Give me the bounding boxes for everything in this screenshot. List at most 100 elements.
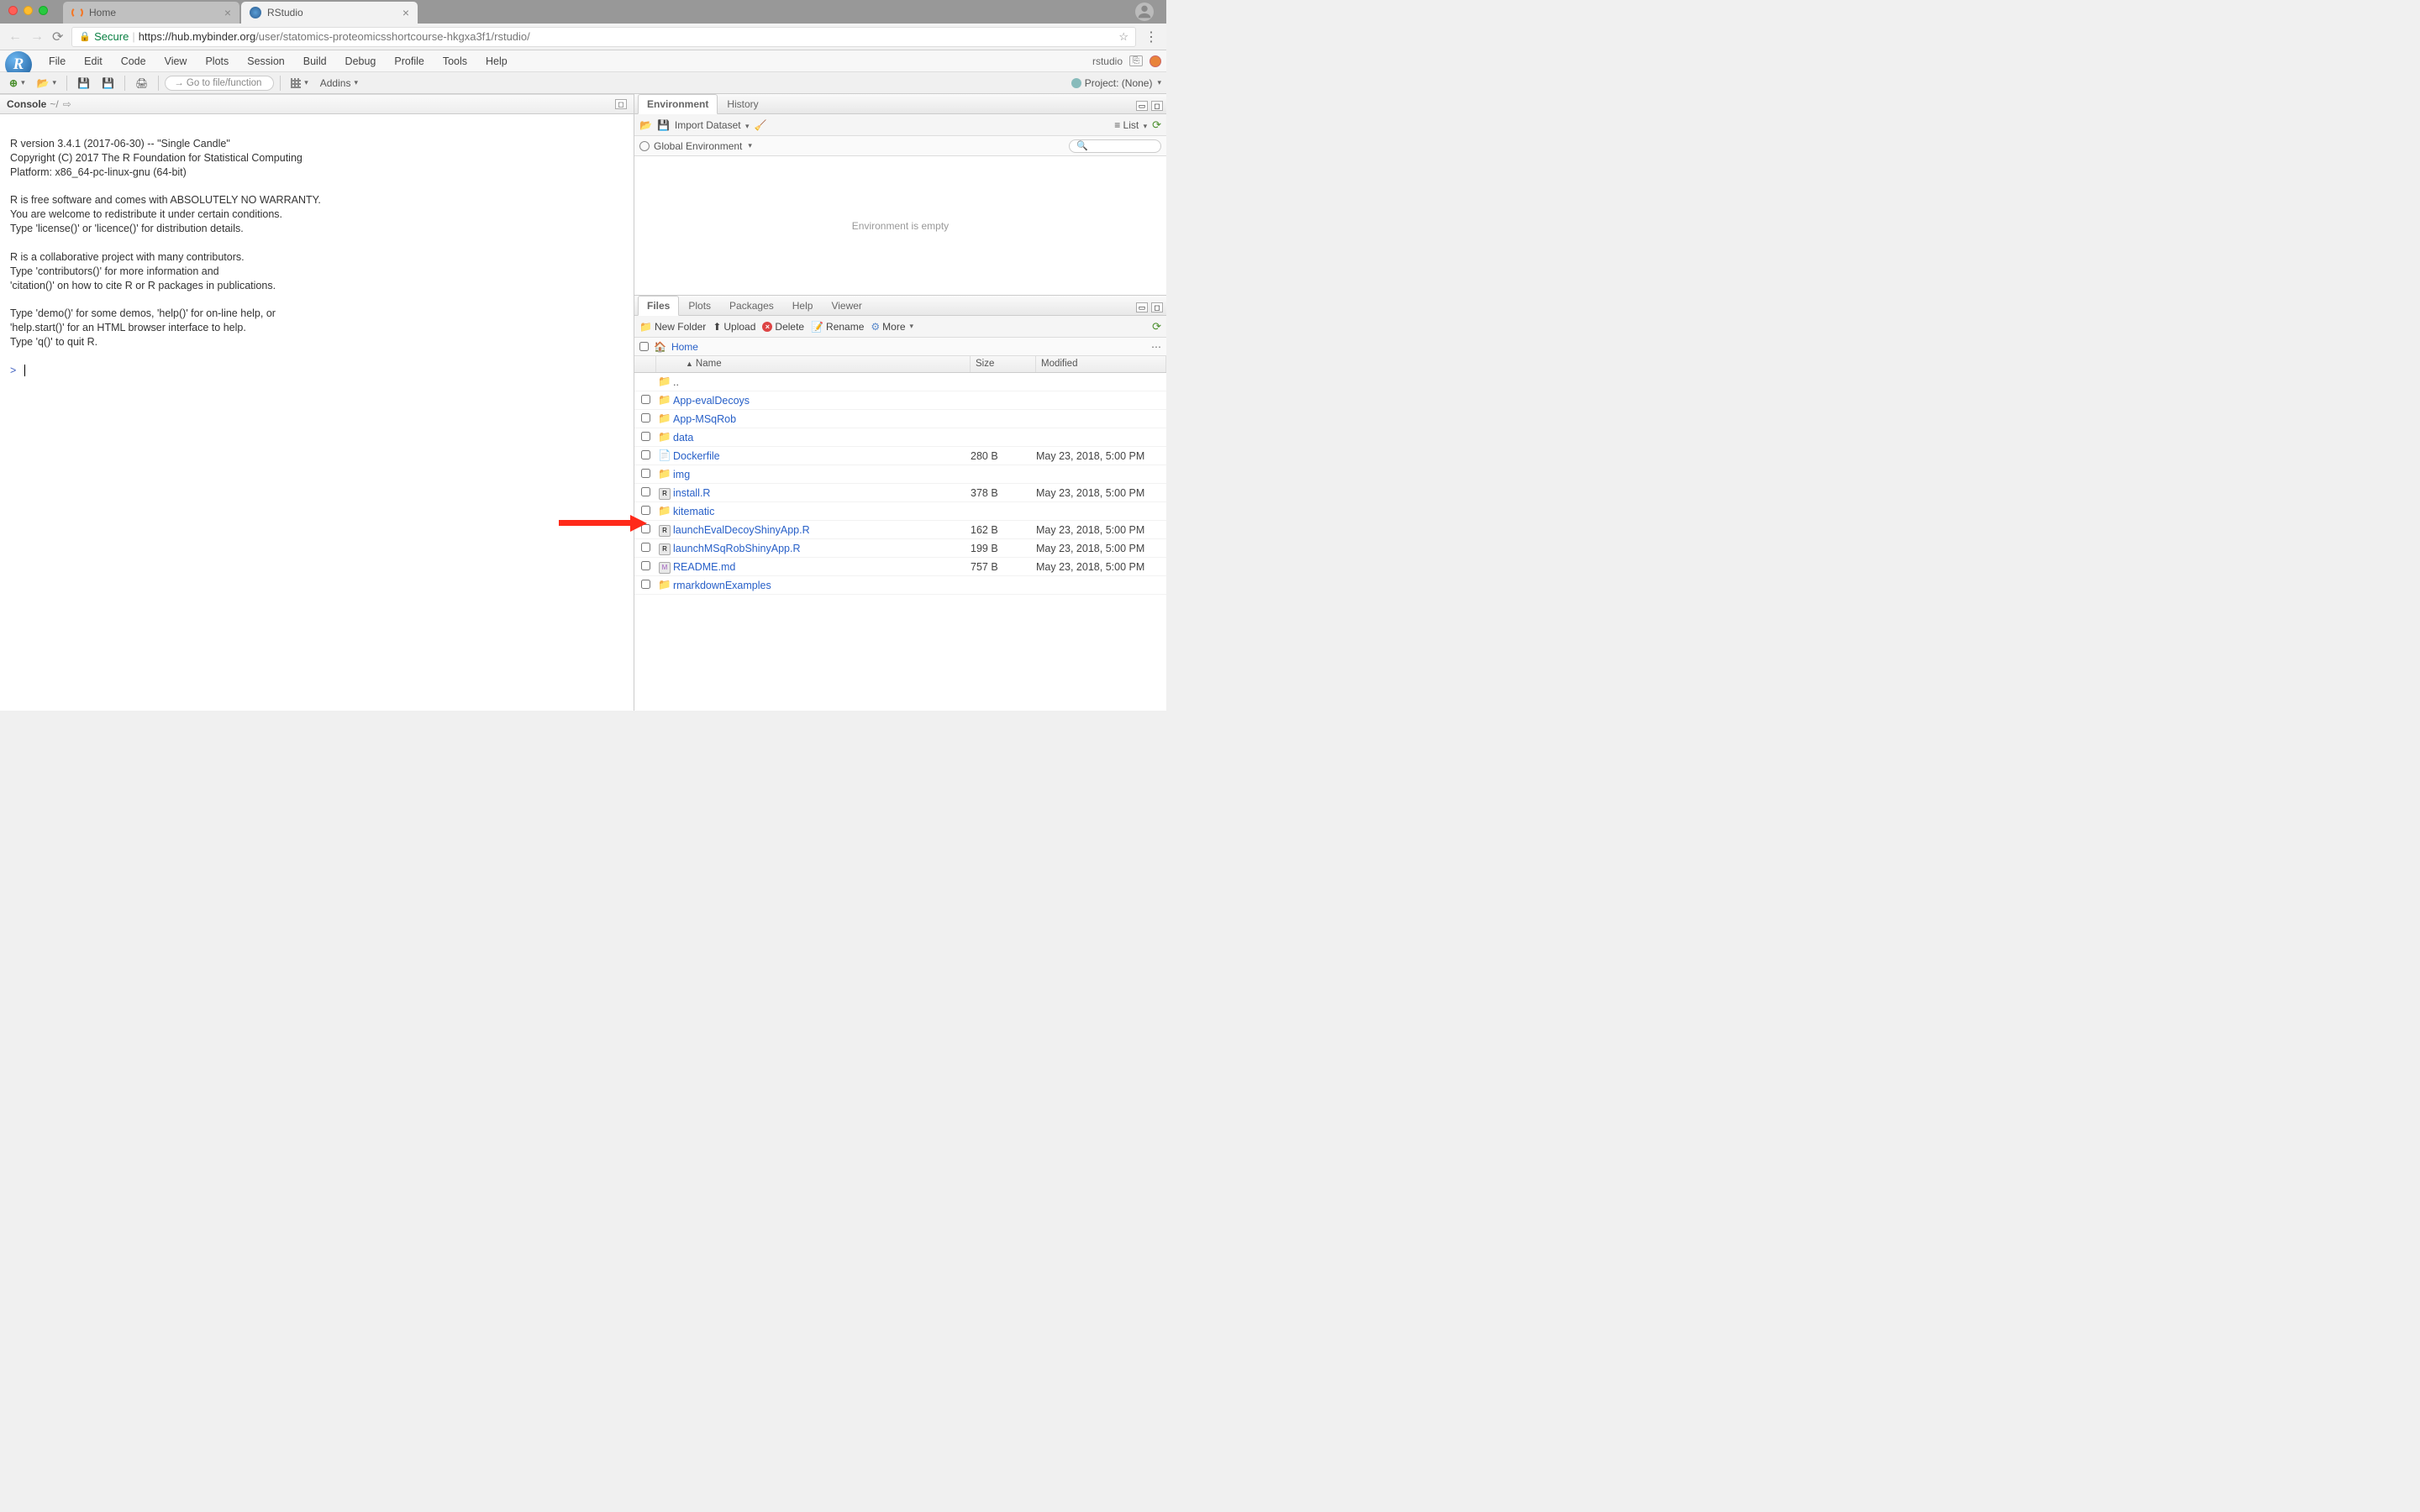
select-all-checkbox[interactable] (639, 342, 649, 351)
file-checkbox[interactable] (641, 450, 650, 459)
menu-tools[interactable]: Tools (434, 53, 476, 70)
file-name[interactable]: launchMSqRobShinyApp.R (673, 543, 971, 554)
user-avatar-icon[interactable] (1135, 3, 1154, 21)
file-checkbox[interactable] (641, 395, 650, 404)
browser-menu-icon[interactable]: ⋮ (1144, 29, 1158, 45)
maximize-pane-icon[interactable]: ◻ (615, 99, 627, 109)
popup-arrow-icon[interactable]: ⇨ (63, 98, 71, 110)
project-label[interactable]: Project: (None) (1085, 77, 1153, 89)
menu-edit[interactable]: Edit (76, 53, 111, 70)
close-icon[interactable]: × (224, 6, 231, 19)
col-name-header[interactable]: ▲Name (656, 356, 971, 372)
file-name[interactable]: .. (673, 376, 971, 388)
goto-file-input[interactable]: → Go to file/function (165, 76, 274, 91)
browser-tab-home[interactable]: Home × (63, 2, 239, 24)
home-icon[interactable]: 🏠 (654, 341, 666, 353)
file-row[interactable]: 📁.. (634, 373, 1166, 391)
col-size-header[interactable]: Size (971, 356, 1036, 372)
file-name[interactable]: rmarkdownExamples (673, 580, 971, 591)
minimize-pane-icon[interactable]: ▭ (1136, 302, 1148, 312)
list-view-button[interactable]: ≡ List ▾ (1114, 119, 1147, 131)
maximize-pane-icon[interactable]: ◻ (1151, 101, 1163, 111)
new-file-button[interactable]: ⊕▾ (5, 76, 29, 91)
env-search-input[interactable] (1069, 139, 1161, 153)
file-row[interactable]: 📁rmarkdownExamples (634, 576, 1166, 595)
save-all-button[interactable]: 💾 (97, 76, 118, 91)
file-row[interactable]: 📁kitematic (634, 502, 1166, 521)
file-name[interactable]: README.md (673, 561, 971, 573)
console-output[interactable]: R version 3.4.1 (2017-06-30) -- "Single … (0, 114, 634, 711)
clear-workspace-icon[interactable]: 🧹 (754, 119, 766, 131)
file-row[interactable]: MREADME.md757 BMay 23, 2018, 5:00 PM (634, 558, 1166, 576)
file-checkbox[interactable] (641, 543, 650, 552)
file-name[interactable]: kitematic (673, 506, 971, 517)
file-checkbox[interactable] (641, 432, 650, 441)
url-input[interactable]: 🔒 Secure | https://hub.mybinder.org/user… (71, 27, 1136, 47)
window-minimize-icon[interactable] (24, 6, 33, 15)
file-name[interactable]: install.R (673, 487, 971, 499)
file-checkbox[interactable] (641, 506, 650, 515)
file-checkbox[interactable] (641, 524, 650, 533)
window-zoom-icon[interactable] (39, 6, 48, 15)
rename-button[interactable]: 📝Rename (811, 321, 864, 333)
path-more-icon[interactable]: ⋯ (1151, 341, 1161, 353)
close-icon[interactable]: × (402, 6, 409, 19)
file-checkbox[interactable] (641, 413, 650, 423)
file-row[interactable]: RlaunchMSqRobShinyApp.R199 BMay 23, 2018… (634, 539, 1166, 558)
save-button[interactable]: 💾 (73, 76, 94, 91)
bookmark-star-icon[interactable]: ☆ (1118, 30, 1128, 44)
menu-help[interactable]: Help (477, 53, 516, 70)
env-scope-button[interactable]: Global Environment (654, 140, 742, 152)
file-name[interactable]: Dockerfile (673, 450, 971, 462)
open-project-button[interactable]: 📂▾ (33, 76, 60, 91)
addins-button[interactable]: Addins▾ (316, 76, 362, 91)
file-row[interactable]: Rinstall.R378 BMay 23, 2018, 5:00 PM (634, 484, 1166, 502)
menu-profile[interactable]: Profile (386, 53, 432, 70)
workspace-panes-button[interactable]: ▾ (287, 76, 313, 90)
upload-button[interactable]: ⬆Upload (713, 321, 755, 333)
menu-view[interactable]: View (156, 53, 196, 70)
tab-help[interactable]: Help (783, 296, 823, 315)
refresh-icon[interactable]: ⟳ (1152, 118, 1161, 132)
file-checkbox[interactable] (641, 580, 650, 589)
col-modified-header[interactable]: Modified (1036, 356, 1166, 372)
file-name[interactable]: App-evalDecoys (673, 395, 971, 407)
tab-history[interactable]: History (718, 94, 767, 113)
tab-plots[interactable]: Plots (679, 296, 720, 315)
signout-icon[interactable]: ⎘ (1129, 55, 1143, 66)
menu-session[interactable]: Session (239, 53, 292, 70)
file-checkbox[interactable] (641, 469, 650, 478)
breadcrumb-home[interactable]: Home (671, 341, 698, 353)
tab-environment[interactable]: Environment (638, 94, 718, 114)
more-button[interactable]: ⚙More▾ (871, 321, 913, 333)
back-icon[interactable]: ← (8, 29, 22, 45)
file-checkbox[interactable] (641, 487, 650, 496)
menu-code[interactable]: Code (113, 53, 155, 70)
file-row[interactable]: 📄Dockerfile280 BMay 23, 2018, 5:00 PM (634, 447, 1166, 465)
file-row[interactable]: 📁App-MSqRob (634, 410, 1166, 428)
file-name[interactable]: data (673, 432, 971, 444)
file-name[interactable]: img (673, 469, 971, 480)
maximize-pane-icon[interactable]: ◻ (1151, 302, 1163, 312)
reload-icon[interactable]: ⟳ (52, 29, 63, 45)
delete-button[interactable]: ×Delete (762, 321, 804, 333)
file-name[interactable]: launchEvalDecoyShinyApp.R (673, 524, 971, 536)
new-folder-button[interactable]: 📁New Folder (639, 321, 706, 333)
print-button[interactable]: 🖨 (131, 76, 152, 91)
file-checkbox[interactable] (641, 561, 650, 570)
menu-file[interactable]: File (40, 53, 74, 70)
save-workspace-icon[interactable]: 💾 (657, 119, 670, 131)
file-name[interactable]: App-MSqRob (673, 413, 971, 425)
minimize-pane-icon[interactable]: ▭ (1136, 101, 1148, 111)
files-refresh-icon[interactable]: ⟳ (1152, 320, 1161, 333)
tab-files[interactable]: Files (638, 296, 679, 316)
file-row[interactable]: 📁data (634, 428, 1166, 447)
file-row[interactable]: RlaunchEvalDecoyShinyApp.R162 BMay 23, 2… (634, 521, 1166, 539)
import-dataset-button[interactable]: Import Dataset ▾ (675, 119, 750, 131)
menu-debug[interactable]: Debug (337, 53, 385, 70)
forward-icon[interactable]: → (30, 29, 44, 45)
tab-packages[interactable]: Packages (720, 296, 783, 315)
window-close-icon[interactable] (8, 6, 18, 15)
load-workspace-icon[interactable]: 📂 (639, 119, 652, 131)
file-row[interactable]: 📁img (634, 465, 1166, 484)
